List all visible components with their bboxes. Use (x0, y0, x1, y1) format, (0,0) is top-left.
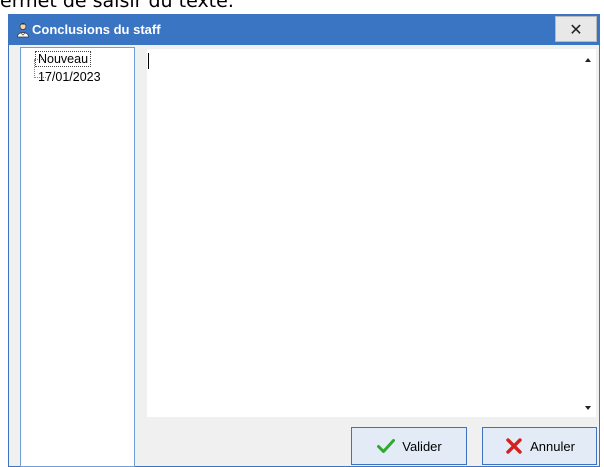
close-button[interactable]: ✕ (555, 16, 597, 42)
scroll-down-arrow-icon[interactable] (585, 406, 591, 410)
conclusions-dialog: Conclusions du staff ✕ Nouveau 17/01/202… (8, 14, 600, 467)
tree-item-date[interactable]: 17/01/2023 (21, 69, 134, 87)
title-bar[interactable]: Conclusions du staff ✕ (9, 15, 599, 45)
close-icon: ✕ (569, 19, 583, 39)
conclusion-text-area[interactable] (147, 49, 596, 417)
checkmark-icon (376, 438, 396, 454)
validate-button-label: Valider (402, 438, 442, 454)
tree-item-label: Nouveau (35, 51, 92, 67)
date-tree[interactable]: Nouveau 17/01/2023 (20, 47, 135, 467)
window-title: Conclusions du staff (32, 22, 161, 37)
text-caret (148, 53, 149, 69)
background-text: ermet de saisir du texte. (0, 0, 234, 12)
cross-icon (504, 438, 524, 454)
scroll-up-arrow-icon[interactable] (585, 58, 591, 62)
staff-person-icon (15, 22, 31, 38)
validate-button[interactable]: Valider (351, 427, 467, 465)
tree-item-new[interactable]: Nouveau (21, 51, 134, 69)
cancel-button[interactable]: Annuler (482, 427, 597, 465)
cancel-button-label: Annuler (530, 438, 575, 454)
tree-item-label: 17/01/2023 (38, 70, 101, 84)
